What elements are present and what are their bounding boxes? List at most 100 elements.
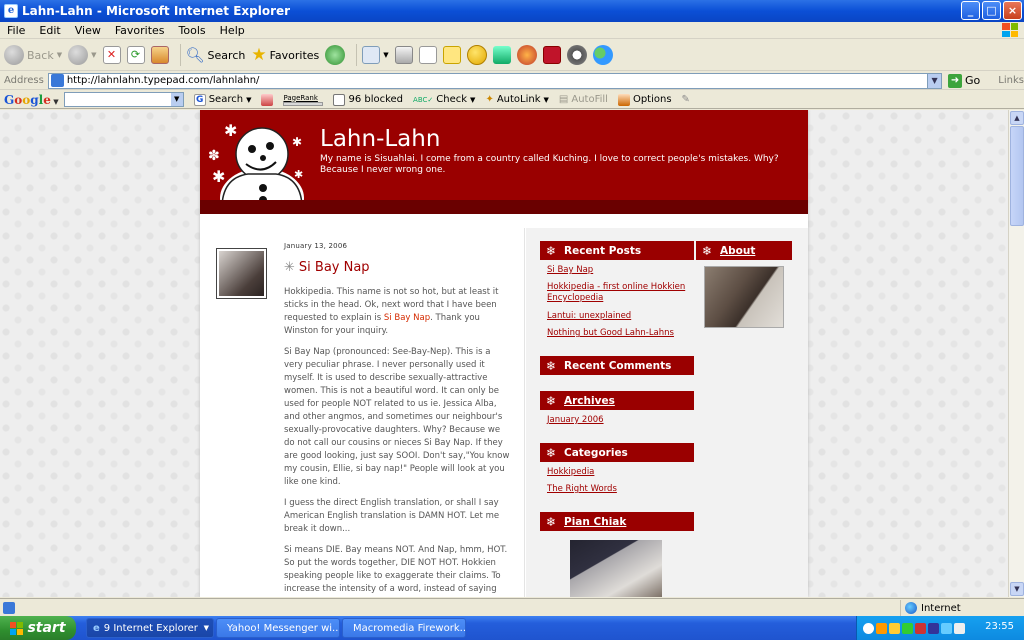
go-button[interactable]: ➜ Go xyxy=(948,73,980,88)
security-zone: Internet xyxy=(900,600,961,616)
back-button[interactable]: Back ▼ xyxy=(4,45,62,65)
tool-button-4[interactable] xyxy=(566,45,587,65)
tray-icon[interactable] xyxy=(863,622,874,634)
close-button[interactable]: × xyxy=(1003,1,1022,20)
menu-file[interactable]: File xyxy=(0,24,32,37)
options-button[interactable]: Options xyxy=(617,93,672,106)
taskbar-fireworks[interactable]: Macromedia Firework... xyxy=(342,618,466,638)
ie-icon: e xyxy=(4,4,18,18)
snowflake-icon: ❄ xyxy=(545,514,557,529)
google-search-dropdown-icon[interactable]: ▼ xyxy=(170,93,183,106)
scroll-down-icon[interactable]: ▼ xyxy=(1010,582,1024,596)
spellcheck-button[interactable]: ABC✓ Check ▼ xyxy=(413,94,475,105)
post-paragraph: Hokkipedia. This name is not so hot, but… xyxy=(284,287,499,336)
google-news-button[interactable] xyxy=(261,93,274,106)
home-icon xyxy=(150,46,169,64)
recent-posts-heading: ❄ Recent Posts xyxy=(540,241,694,260)
recent-post-link[interactable]: Nothing but Good Lahn-Lahns xyxy=(547,328,697,339)
vertical-scrollbar[interactable]: ▲ ▼ xyxy=(1008,110,1024,597)
menu-edit[interactable]: Edit xyxy=(32,24,67,37)
forward-button[interactable]: ▼ xyxy=(68,45,97,65)
tool-button-1[interactable] xyxy=(492,46,511,64)
menu-view[interactable]: View xyxy=(68,24,108,37)
menu-favorites[interactable]: Favorites xyxy=(108,24,172,37)
menu-tools[interactable]: Tools xyxy=(172,24,213,37)
category-link[interactable]: The Right Words xyxy=(547,484,697,495)
autolink-button[interactable]: ✦ AutoLink ▼ xyxy=(485,94,548,105)
scroll-up-icon[interactable]: ▲ xyxy=(1010,111,1024,125)
title-bar[interactable]: e Lahn-Lahn - Microsoft Internet Explore… xyxy=(0,0,1024,22)
forward-arrow-icon xyxy=(68,45,89,65)
about-heading[interactable]: ❄ About xyxy=(696,241,792,260)
research-icon xyxy=(566,45,587,65)
recent-post-link[interactable]: Si Bay Nap xyxy=(547,265,697,276)
post-title[interactable]: ✳ Si Bay Nap xyxy=(284,260,370,275)
recent-post-link[interactable]: Hokkipedia - first online Hokkien Encycl… xyxy=(547,282,697,304)
tool-button-5[interactable] xyxy=(592,45,613,65)
tool-button-3[interactable] xyxy=(542,46,561,64)
highlight-button[interactable]: ✎ xyxy=(682,94,690,105)
tray-icon[interactable] xyxy=(889,622,900,634)
search-button[interactable]: 🔍︎ Search xyxy=(186,46,246,64)
discuss-button[interactable] xyxy=(442,46,461,64)
archives-heading[interactable]: ❄ Archives xyxy=(540,391,694,410)
tray-icon[interactable] xyxy=(928,622,939,634)
snowflake-icon: ❄ xyxy=(545,243,557,258)
snowflake-icon: ❄ xyxy=(545,393,557,408)
google-g-icon: G xyxy=(193,93,206,106)
mail-button[interactable]: ▼ xyxy=(362,46,389,64)
maximize-button[interactable]: □ xyxy=(982,1,1001,20)
taskbar-ie-group[interactable]: e 9 Internet Explorer ▼ xyxy=(86,618,214,638)
links-button[interactable]: Links xyxy=(998,75,1024,86)
pian-chiak-photo[interactable] xyxy=(570,540,662,597)
globe-icon xyxy=(905,602,917,614)
tray-icon[interactable] xyxy=(941,622,952,634)
google-search-button[interactable]: G Search ▼ xyxy=(193,93,251,106)
tool-button-2[interactable] xyxy=(516,45,537,65)
tray-icon[interactable] xyxy=(902,622,913,634)
popup-blocker-button[interactable]: 96 blocked xyxy=(333,93,403,106)
clock[interactable]: 23:55 xyxy=(985,621,1014,632)
start-button[interactable]: start xyxy=(0,616,76,640)
print-button[interactable] xyxy=(394,46,413,64)
refresh-icon: ⟳ xyxy=(126,46,145,64)
messenger-button[interactable] xyxy=(466,45,487,65)
autofill-button[interactable]: ▤ AutoFill xyxy=(559,94,608,105)
snowflake-icon: ❄ xyxy=(545,445,557,460)
recent-post-link[interactable]: Lantui: unexplained xyxy=(547,311,697,322)
page-status-icon xyxy=(3,601,15,614)
autofill-icon: ▤ xyxy=(558,94,569,105)
refresh-button[interactable]: ⟳ xyxy=(126,46,145,64)
history-button[interactable] xyxy=(325,45,346,65)
dollar-icon xyxy=(516,45,537,65)
home-button[interactable] xyxy=(150,46,169,64)
note-icon xyxy=(442,46,461,64)
address-dropdown-icon[interactable]: ▼ xyxy=(927,73,942,88)
stop-button[interactable]: ✕ xyxy=(102,46,121,64)
pian-chiak-heading[interactable]: ❄ Pian Chiak xyxy=(540,512,694,531)
blog-title[interactable]: Lahn-Lahn xyxy=(320,126,440,152)
address-input[interactable]: http://lahnlahn.typepad.com/lahnlahn/ ▼ xyxy=(47,72,943,89)
minimize-button[interactable]: _ xyxy=(961,1,980,20)
tray-icon[interactable] xyxy=(954,622,965,634)
edit-button[interactable] xyxy=(418,46,437,64)
status-bar: Internet xyxy=(0,598,1024,616)
si-bay-nap-link[interactable]: Si Bay Nap xyxy=(384,313,430,323)
blog-banner: ✱ ✽ ✱ ✱ ✱ Lahn-Lahn My name is Sisuahlai… xyxy=(200,110,808,214)
favorites-button[interactable]: ★ Favorites xyxy=(251,45,319,65)
category-link[interactable]: Hokkipedia xyxy=(547,467,697,478)
snowflake-icon: ❄ xyxy=(545,358,557,373)
google-search-input[interactable]: ▼ xyxy=(63,92,184,107)
snowflake-icon: ❄ xyxy=(701,243,713,258)
archive-link[interactable]: January 2006 xyxy=(547,415,697,426)
go-arrow-icon: ➜ xyxy=(948,73,963,88)
acrobat-icon xyxy=(542,46,561,64)
tray-icon[interactable] xyxy=(876,622,887,634)
about-photo[interactable] xyxy=(704,266,784,328)
tray-icon[interactable] xyxy=(915,622,926,634)
history-icon xyxy=(325,45,346,65)
google-logo[interactable]: Google ▼ xyxy=(0,93,62,107)
menu-help[interactable]: Help xyxy=(213,24,252,37)
scroll-thumb[interactable] xyxy=(1010,126,1024,226)
taskbar-yahoo-messenger[interactable]: Yahoo! Messenger wi... xyxy=(216,618,340,638)
